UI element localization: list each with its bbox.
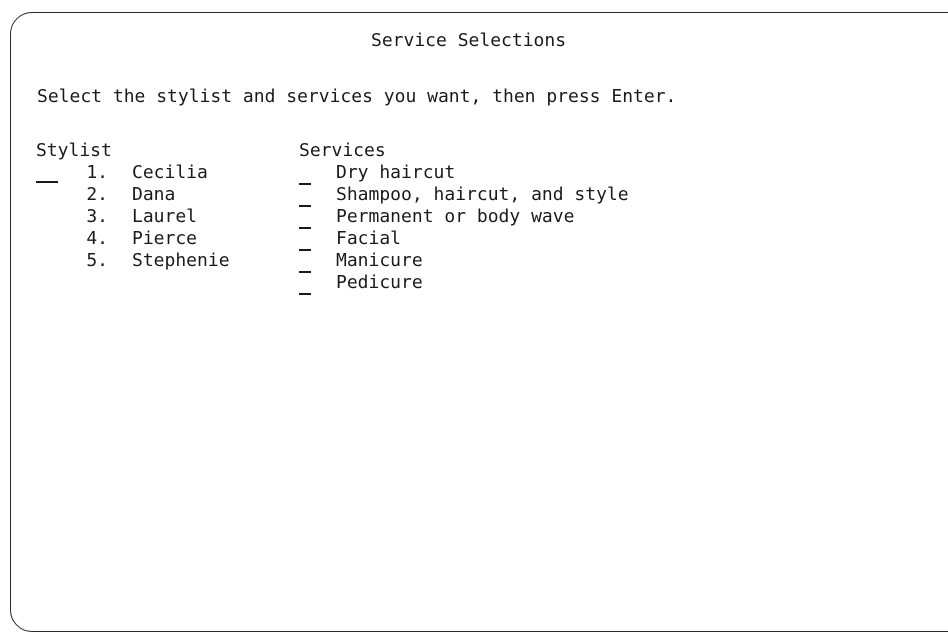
stylist-option-pierce: Pierce: [132, 228, 198, 249]
service-label-permanent: Permanent or body wave: [336, 206, 575, 227]
stylist-selection-field[interactable]: [36, 181, 58, 183]
service-select-field-dry-haircut[interactable]: [299, 183, 311, 185]
service-select-field-manicure[interactable]: [299, 271, 311, 273]
service-select-field-shampoo[interactable]: [299, 205, 311, 207]
service-label-facial: Facial: [336, 228, 402, 249]
stylist-option-number: 5.: [86, 250, 108, 271]
service-select-field-permanent[interactable]: [299, 227, 311, 229]
service-label-pedicure: Pedicure: [336, 272, 423, 293]
stylist-option-laurel: Laurel: [132, 206, 198, 227]
service-select-field-facial[interactable]: [299, 249, 311, 251]
instructions-text: Select the stylist and services you want…: [37, 86, 677, 107]
stylist-option-dana: Dana: [132, 184, 176, 205]
service-label-manicure: Manicure: [336, 250, 423, 271]
services-header: Services: [299, 140, 386, 161]
stylist-option-number: 4.: [86, 228, 108, 249]
screen-title: Service Selections: [371, 30, 567, 51]
stylist-option-cecilia: Cecilia: [132, 162, 208, 183]
stylist-header: Stylist: [36, 140, 112, 161]
service-label-shampoo: Shampoo, haircut, and style: [336, 184, 629, 205]
stylist-option-number: 1.: [86, 162, 108, 183]
service-label-dry-haircut: Dry haircut: [336, 162, 456, 183]
stylist-option-number: 3.: [86, 206, 108, 227]
stylist-option-number: 2.: [86, 184, 108, 205]
service-select-field-pedicure[interactable]: [299, 293, 311, 295]
stylist-option-stephenie: Stephenie: [132, 250, 230, 271]
